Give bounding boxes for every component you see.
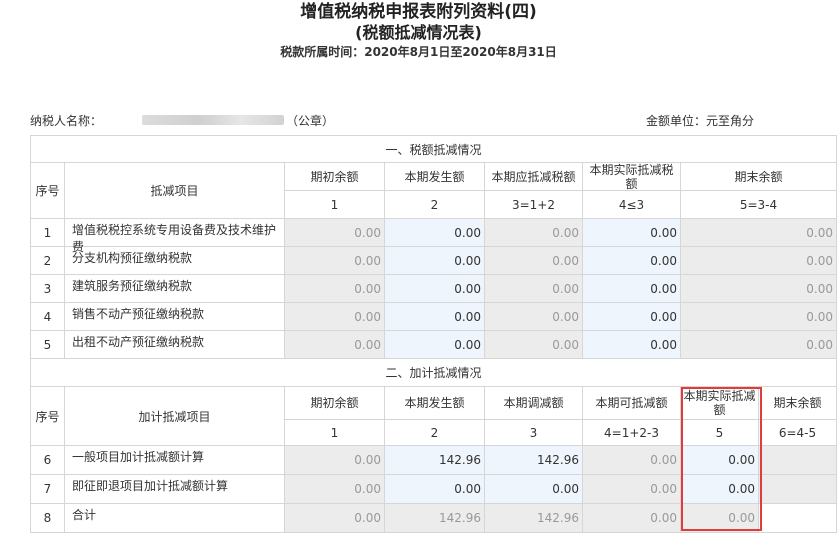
amount-cell: 0.00 [485, 219, 583, 247]
amount-input[interactable]: 0.00 [385, 331, 485, 359]
col-header: 本期可抵减额 [583, 387, 681, 420]
col-code: 4≤3 [583, 191, 681, 219]
col-code: 2 [385, 191, 485, 219]
amount-input[interactable]: 142.96 [485, 446, 583, 475]
col-header: 期末余额 [759, 387, 837, 420]
amount-cell: 0.00 [285, 504, 385, 533]
amount-unit-label: 金额单位：元至角分 [646, 114, 755, 128]
col-item-header: 加计抵减项目 [65, 387, 285, 446]
col-code: 2 [385, 420, 485, 446]
col-code: 4=1+2-3 [583, 420, 681, 446]
amount-input[interactable]: 0.00 [681, 446, 759, 475]
amount-cell: 0.00 [681, 275, 837, 303]
row-item-name: 合计 [65, 504, 285, 533]
amount-cell: 0.00 [285, 303, 385, 331]
row-number: 6 [30, 446, 65, 475]
row-number: 8 [30, 504, 65, 533]
amount-input[interactable]: 0.00 [385, 475, 485, 504]
row-item-name: 即征即退项目加计抵减额计算 [65, 475, 285, 504]
col-code: 3 [485, 420, 583, 446]
amount-input[interactable]: 0.00 [385, 219, 485, 247]
col-seq-header: 序号 [30, 387, 65, 446]
col-code: 5=3-4 [681, 191, 837, 219]
amount-input[interactable]: 0.00 [583, 275, 681, 303]
amount-cell [759, 446, 837, 475]
row-number: 3 [30, 275, 65, 303]
col-code: 6=4-5 [759, 420, 837, 446]
amount-input[interactable]: 0.00 [583, 303, 681, 331]
amount-cell: 0.00 [285, 475, 385, 504]
row-item-name: 增值税税控系统专用设备费及技术维护费 [65, 219, 285, 254]
amount-cell [759, 475, 837, 504]
col-header: 期末余额 [681, 163, 837, 191]
amount-cell: 0.00 [681, 504, 759, 533]
form-title: 增值税纳税申报表附列资料(四) [300, 2, 537, 22]
col-code: 1 [285, 191, 385, 219]
row-item-name: 出租不动产预征缴纳税款 [65, 331, 285, 359]
row-number: 1 [30, 219, 65, 247]
col-header: 期初余额 [285, 163, 385, 191]
amount-cell: 0.00 [485, 247, 583, 275]
amount-cell: 0.00 [285, 247, 385, 275]
col-code: 5 [681, 420, 759, 446]
form-header: 增值税纳税申报表附列资料(四) (税额抵减情况表) 税款所属时间：2020年8月… [0, 0, 837, 61]
row-item-name: 销售不动产预征缴纳税款 [65, 303, 285, 331]
col-header: 本期调减额 [485, 387, 583, 420]
amount-cell: 0.00 [681, 247, 837, 275]
amount-cell: 0.00 [485, 331, 583, 359]
amount-input[interactable]: 142.96 [385, 446, 485, 475]
col-seq-header: 序号 [30, 163, 65, 219]
row-number: 4 [30, 303, 65, 331]
amount-input[interactable]: 0.00 [385, 247, 485, 275]
amount-cell: 0.00 [681, 303, 837, 331]
col-header: 期初余额 [285, 387, 385, 420]
amount-cell: 0.00 [285, 275, 385, 303]
row-number: 7 [30, 475, 65, 504]
amount-cell: 0.00 [285, 219, 385, 247]
amount-cell: 0.00 [681, 219, 837, 247]
amount-cell: 0.00 [583, 446, 681, 475]
amount-input[interactable]: 0.00 [385, 303, 485, 331]
amount-cell: 0.00 [485, 275, 583, 303]
row-item-name: 建筑服务预征缴纳税款 [65, 275, 285, 303]
amount-cell: 142.96 [385, 504, 485, 533]
amount-cell: 0.00 [285, 446, 385, 475]
taxpayer-name-redacted [142, 115, 284, 125]
amount-cell: 0.00 [681, 331, 837, 359]
row-item-name: 一般项目加计抵减额计算 [65, 446, 285, 475]
seal-label: （公章） [286, 114, 335, 128]
row-number: 5 [30, 331, 65, 359]
amount-cell [759, 504, 837, 533]
tax-period: 税款所属时间：2020年8月1日至2020年8月31日 [280, 45, 557, 59]
amount-input[interactable]: 0.00 [583, 219, 681, 247]
amount-cell: 0.00 [583, 475, 681, 504]
col-header: 本期发生额 [385, 163, 485, 191]
amount-cell: 0.00 [285, 331, 385, 359]
taxpayer-name-label: 纳税人名称： [30, 114, 103, 128]
form-subtitle: (税额抵减情况表) [355, 23, 482, 42]
col-header: 本期应抵减税额 [485, 163, 583, 191]
col-header: 本期发生额 [385, 387, 485, 420]
row-item-name: 分支机构预征缴纳税款 [65, 247, 285, 275]
col-code: 3=1+2 [485, 191, 583, 219]
deduction-table: 一、税额抵减情况 序号 抵减项目 期初余额 1 本期发生额 2 本期应抵减税额 3=1+2 本期实… [30, 135, 837, 533]
amount-input[interactable]: 0.00 [583, 247, 681, 275]
amount-input[interactable]: 0.00 [485, 475, 583, 504]
amount-cell: 0.00 [583, 504, 681, 533]
col-code: 1 [285, 420, 385, 446]
amount-cell: 142.96 [485, 504, 583, 533]
amount-input[interactable]: 0.00 [385, 275, 485, 303]
amount-cell: 0.00 [485, 303, 583, 331]
section2-title: 二、加计抵减情况 [30, 359, 837, 387]
section1-title: 一、税额抵减情况 [30, 136, 837, 163]
col-header: 本期实际抵减额 [681, 387, 759, 420]
col-item-header: 抵减项目 [65, 163, 285, 219]
row-number: 2 [30, 247, 65, 275]
amount-input[interactable]: 0.00 [583, 331, 681, 359]
amount-input[interactable]: 0.00 [681, 475, 759, 504]
col-header: 本期实际抵减税额 [583, 163, 681, 191]
